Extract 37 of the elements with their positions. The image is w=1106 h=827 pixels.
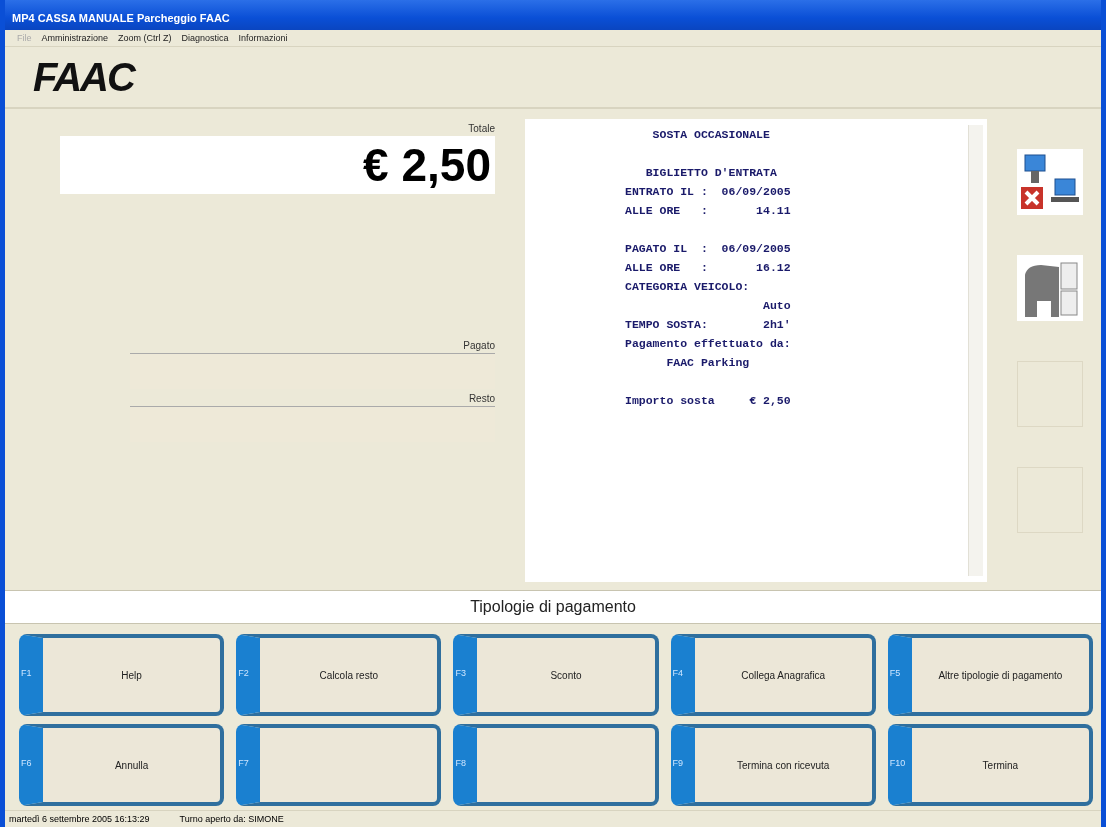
function-button[interactable]: F10 Termina: [887, 724, 1093, 806]
receipt-line: FAAC Parking: [665, 356, 750, 369]
logo: FAAC: [33, 54, 134, 100]
receipt-line: ALLE ORE : 14.11: [625, 204, 791, 217]
receipt-line: TEMPO SOSTA: 2h1': [625, 318, 791, 331]
section-title: Tipologie di pagamento: [470, 598, 636, 616]
network-error-icon[interactable]: [1017, 149, 1083, 215]
paid-label: Pagato: [463, 340, 495, 351]
status-text: Turno aperto da: SIMONE: [179, 814, 284, 824]
menu-item[interactable]: Zoom (Ctrl Z): [118, 33, 172, 43]
function-button[interactable]: F5 Altre tipologie di pagamento: [887, 634, 1093, 716]
receipt-line: PAGATO IL : 06/09/2005: [625, 242, 791, 255]
function-button[interactable]: F8: [453, 724, 659, 806]
status-text: martedì 6 settembre 2005 16:13:29: [9, 814, 150, 824]
receipt-line: Auto: [762, 299, 791, 312]
receipt-line: Pagamento effettuato da:: [625, 337, 791, 350]
total-display: € 2,50: [60, 136, 495, 194]
receipt-line: BIGLIETTO D'ENTRATA: [644, 166, 777, 179]
function-button[interactable]: F1 Help: [19, 634, 225, 716]
ticket-machine-icon[interactable]: [1017, 255, 1083, 321]
scrollbar[interactable]: [968, 125, 983, 576]
menu-item[interactable]: Amministrazione: [41, 33, 109, 43]
receipt-line: ENTRATO IL : 06/09/2005: [625, 185, 791, 198]
window-title: MP4 CASSA MANUALE Parcheggio FAAC: [12, 12, 230, 24]
function-button[interactable]: F3 Sconto: [453, 634, 659, 716]
receipt-line: Importo sosta € 2,50: [625, 394, 791, 407]
menu-item[interactable]: Informazioni: [238, 33, 288, 43]
function-button[interactable]: F4 Collega Anagrafica: [670, 634, 876, 716]
function-button[interactable]: F9 Termina con ricevuta: [670, 724, 876, 806]
receipt-line: ALLE ORE : 16.12: [625, 261, 791, 274]
total-label: Totale: [468, 123, 495, 134]
receipt-line: CATEGORIA VEICOLO:: [625, 280, 750, 293]
receipt-line: SOSTA OCCASIONALE: [651, 128, 770, 141]
function-button[interactable]: F6 Annulla: [19, 724, 225, 806]
menu-item[interactable]: Diagnostica: [181, 33, 229, 43]
change-label: Resto: [468, 393, 495, 404]
function-button[interactable]: F2 Calcola resto: [236, 634, 442, 716]
